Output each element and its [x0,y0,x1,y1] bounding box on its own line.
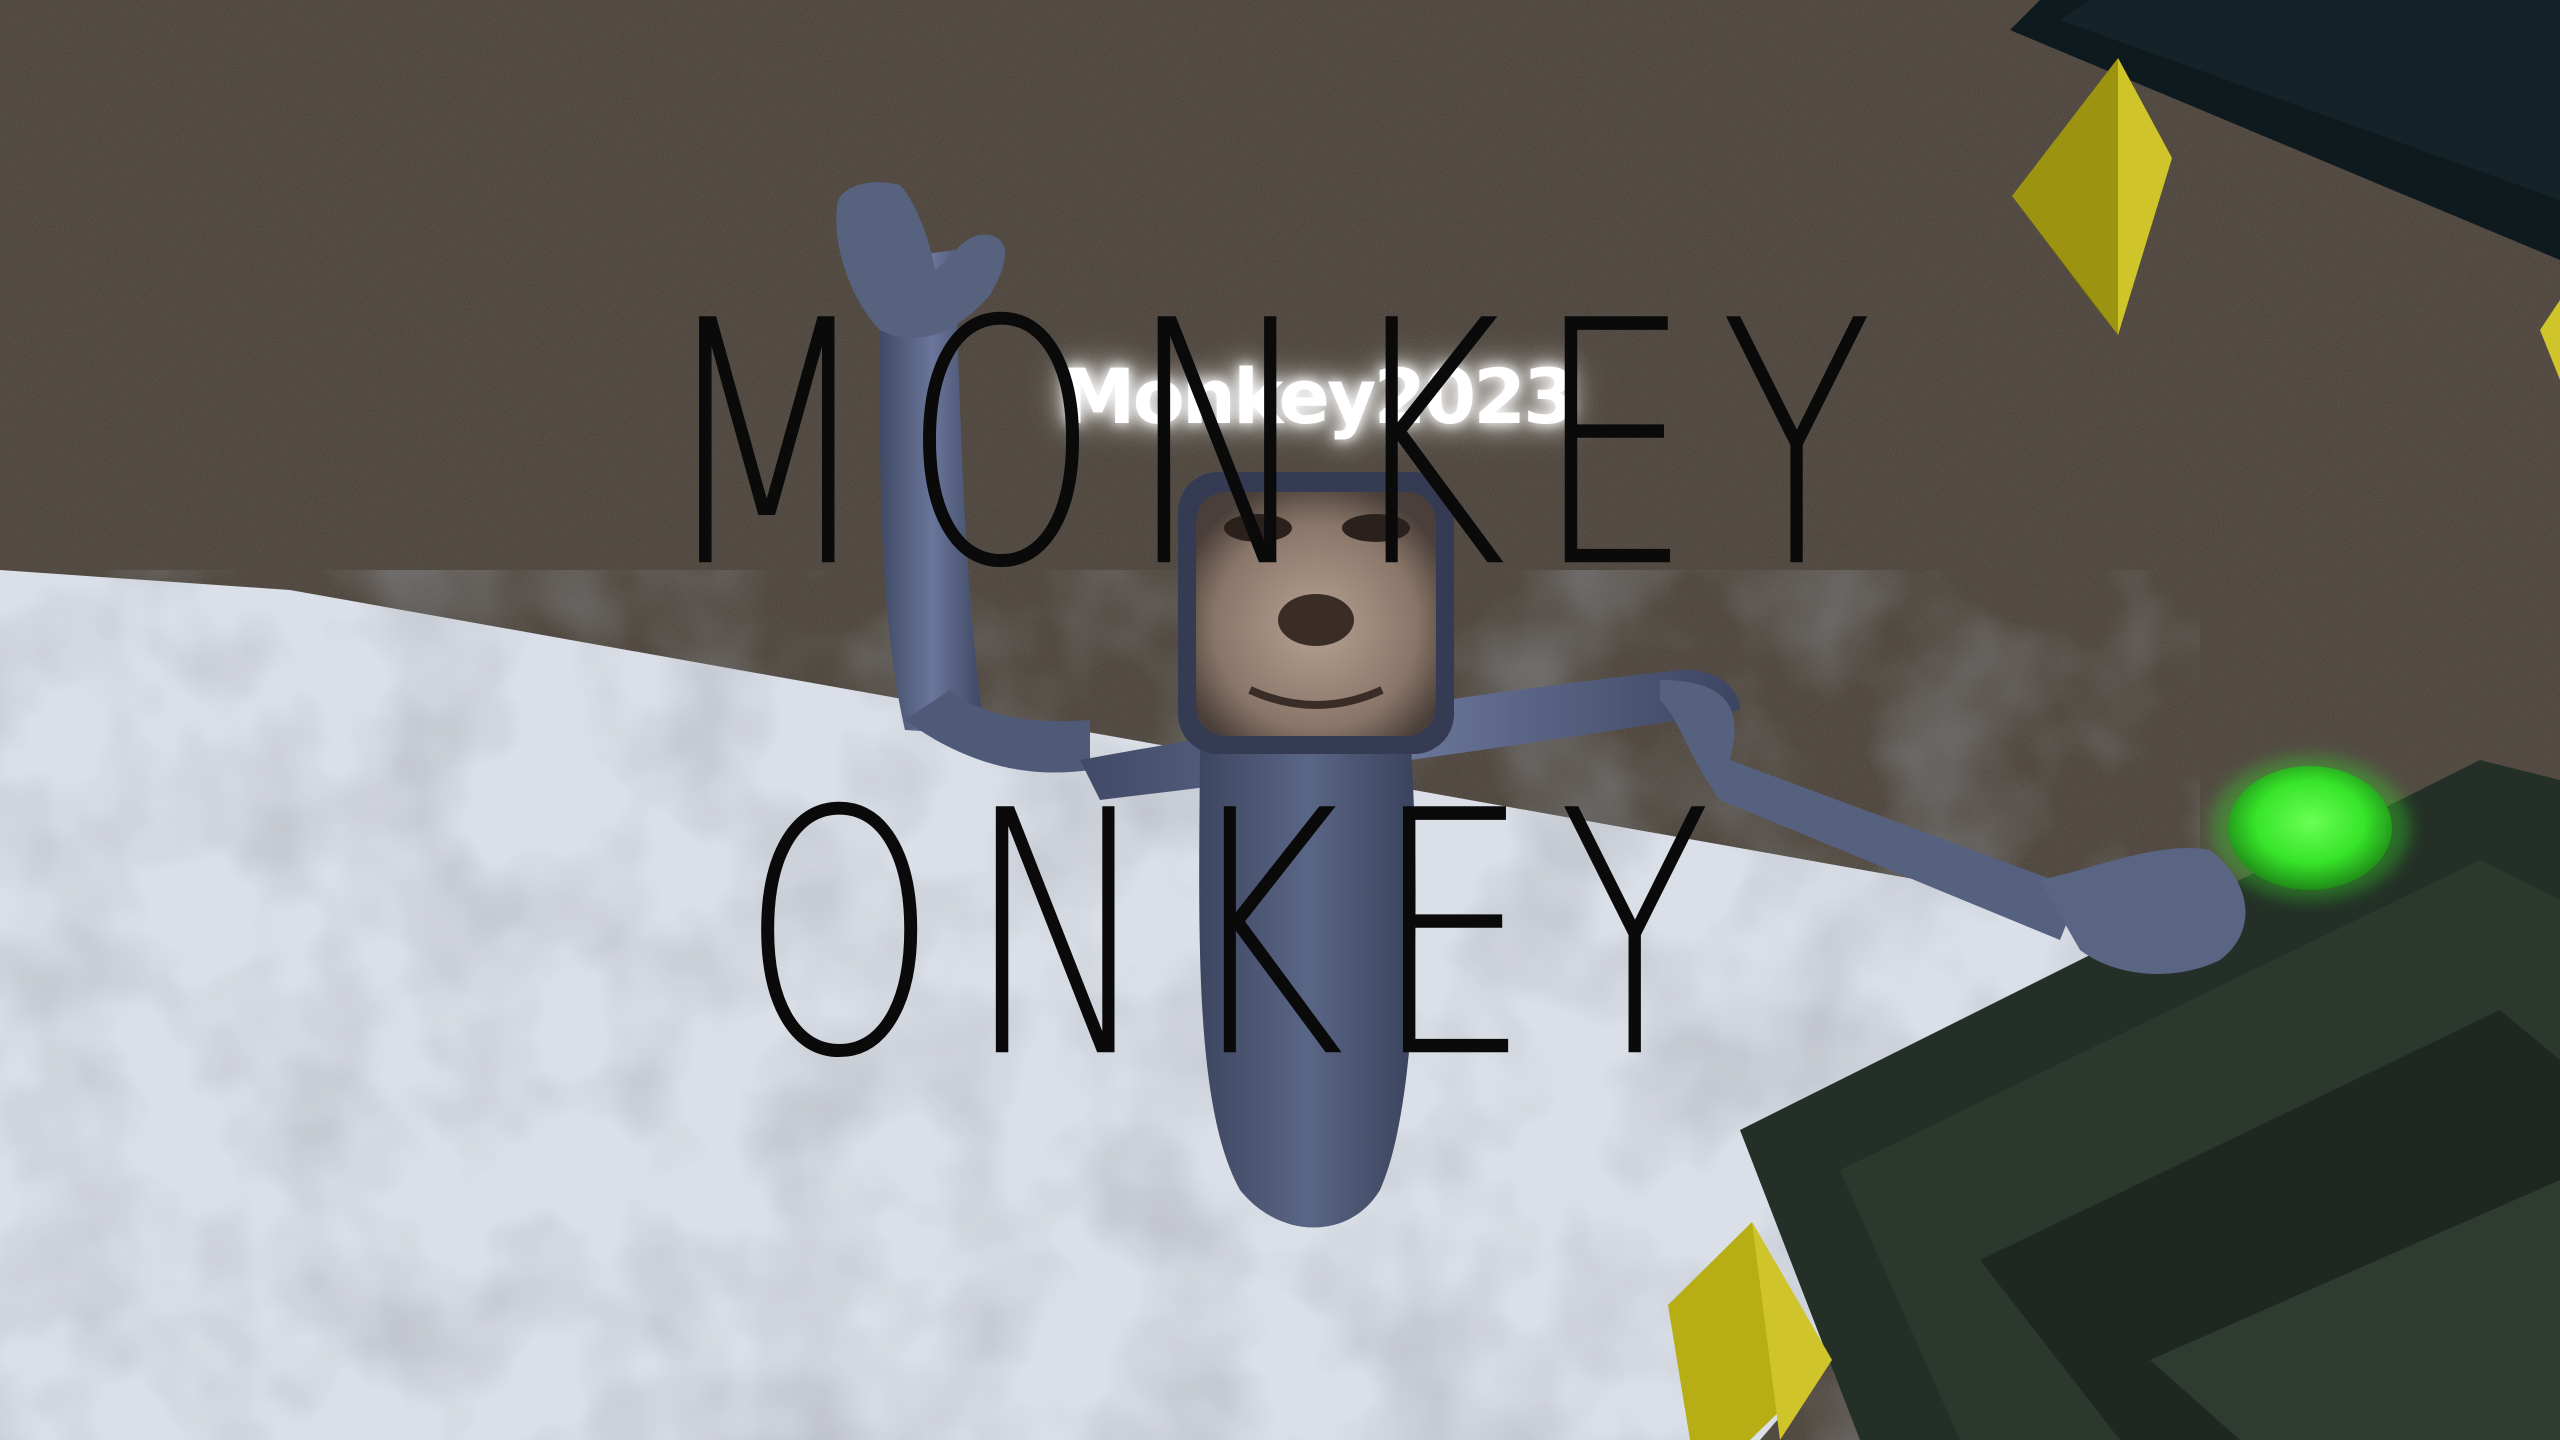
caption-line-2: ONKEY [740,739,1740,1132]
game-scene [0,0,2560,1440]
caption-line-1: MONKEY [658,249,1902,642]
